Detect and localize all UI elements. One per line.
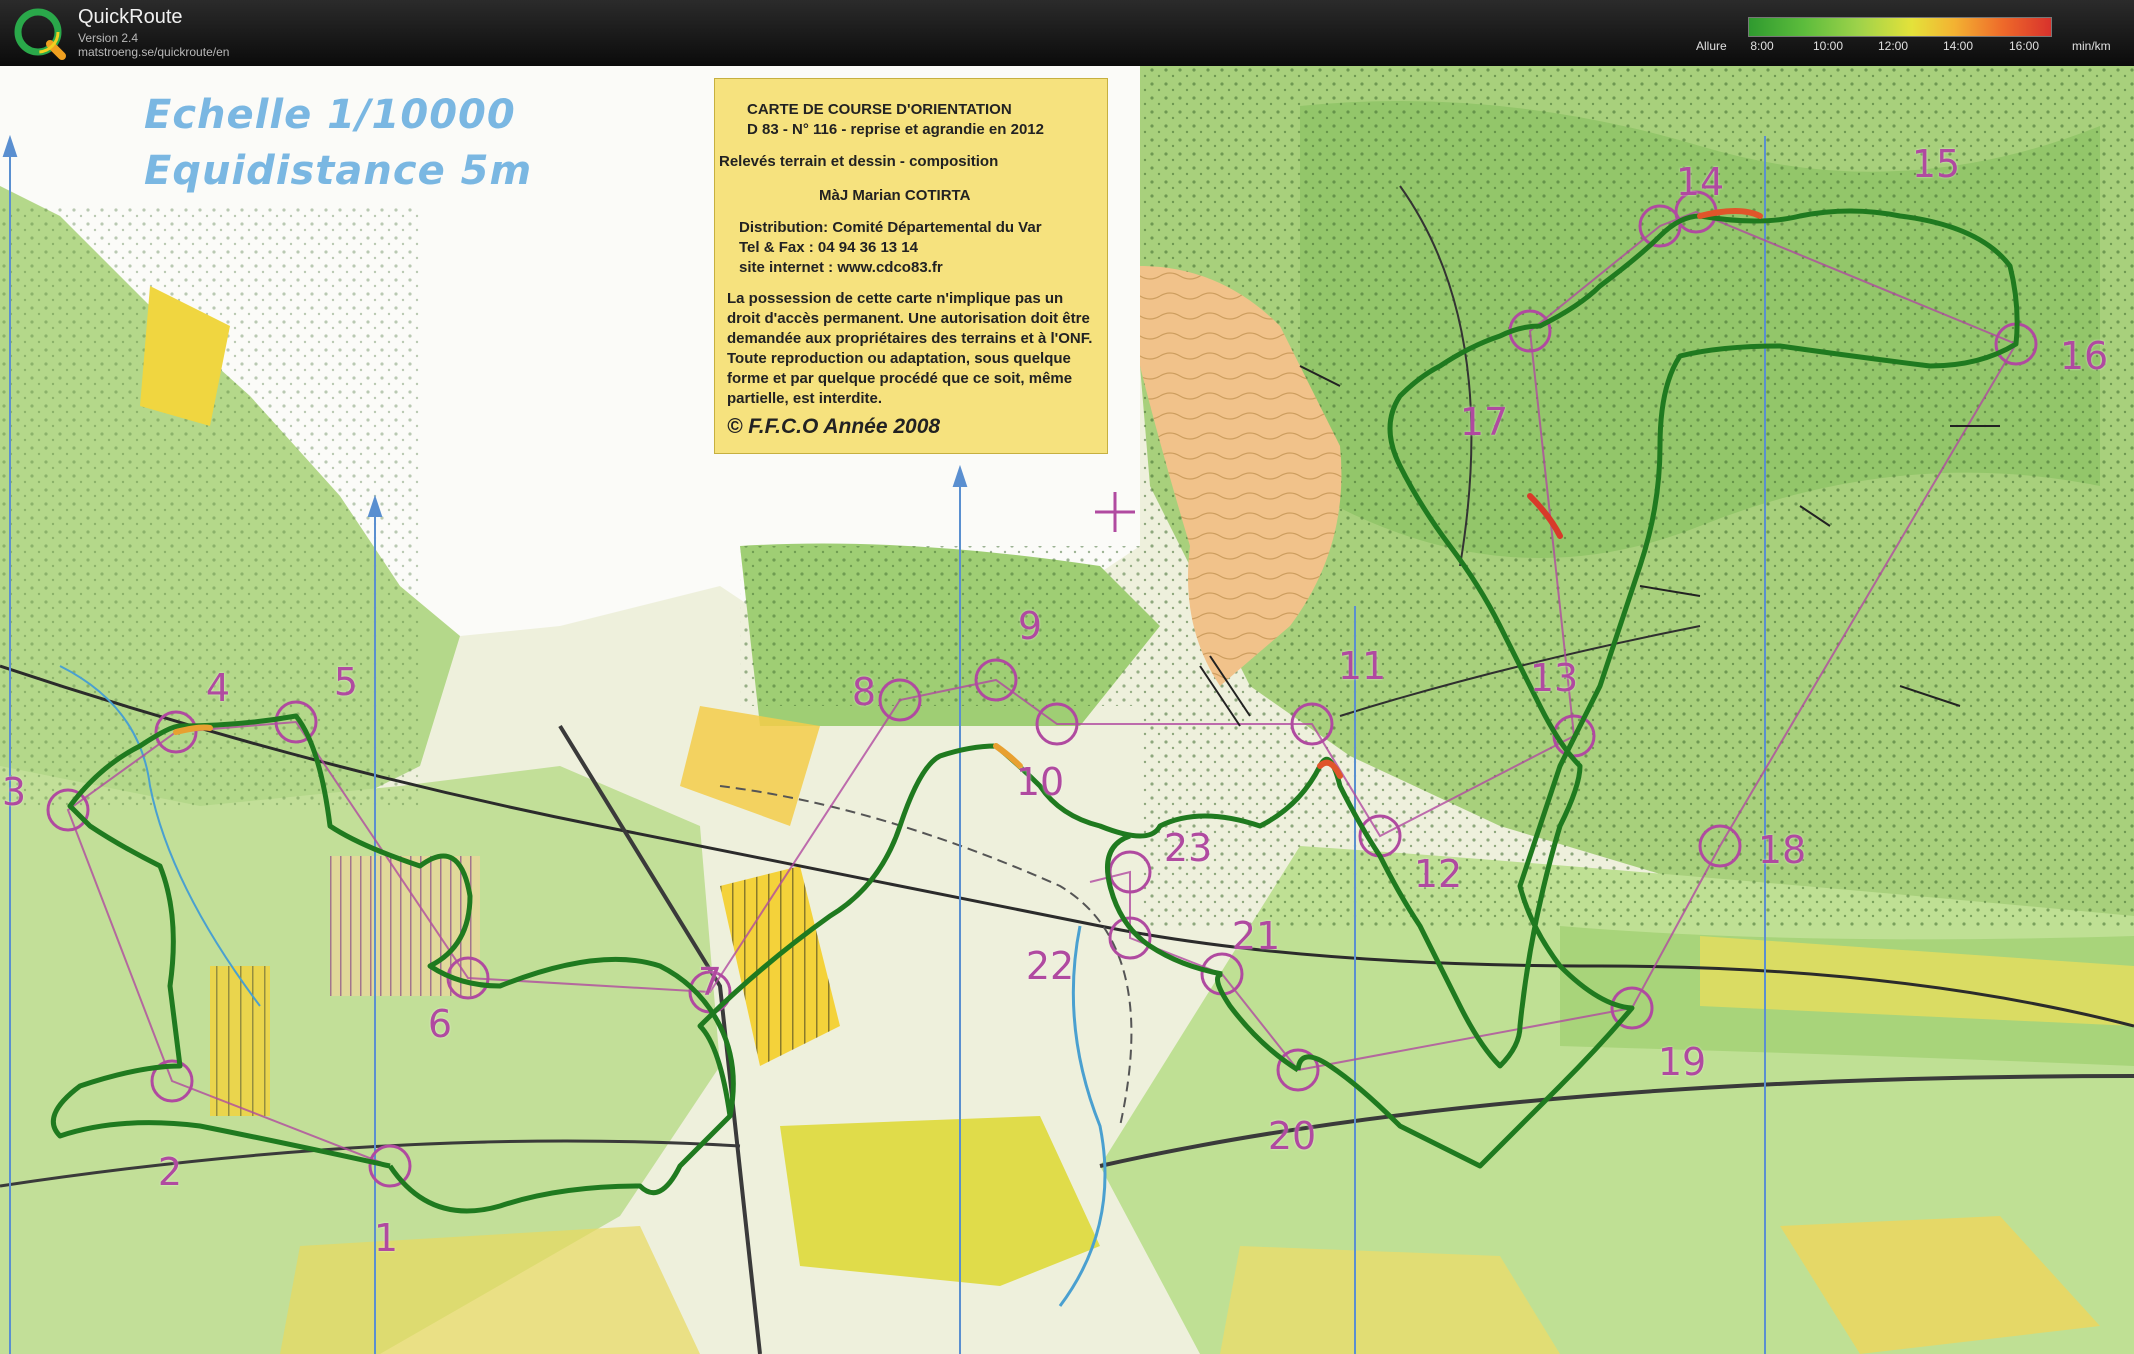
control-number: 21 xyxy=(1231,914,1281,958)
control-number: 14 xyxy=(1675,160,1725,204)
control-number: 3 xyxy=(1,770,27,814)
app-url: matstroeng.se/quickroute/en xyxy=(78,45,230,59)
app-title: QuickRoute xyxy=(78,6,183,28)
control-number: 22 xyxy=(1025,944,1075,988)
app-version: Version 2.4 xyxy=(78,31,139,45)
control-number: 12 xyxy=(1413,852,1463,896)
map-info-box: CARTE DE COURSE D'ORIENTATION D 83 - N° … xyxy=(714,78,1108,454)
app-header: QuickRoute Version 2.4 matstroeng.se/qui… xyxy=(0,0,2134,66)
pace-color-bar xyxy=(1748,17,2052,37)
pace-tick: 8:00 xyxy=(1750,39,1774,53)
pace-tick: 14:00 xyxy=(1942,39,1974,53)
control-number: 13 xyxy=(1529,656,1579,700)
control-number: 11 xyxy=(1337,644,1387,688)
control-number: 2 xyxy=(157,1150,183,1194)
control-number: 20 xyxy=(1267,1114,1317,1158)
info-line: site internet : www.cdco83.fr xyxy=(739,259,943,276)
info-copyright: © F.F.C.O Année 2008 xyxy=(727,415,941,438)
control-number: 5 xyxy=(333,660,359,704)
control-number: 17 xyxy=(1459,400,1509,444)
control-number: 23 xyxy=(1163,826,1213,870)
map-contour-interval: Equidistance 5m xyxy=(144,148,533,194)
control-number: 8 xyxy=(851,670,877,714)
pace-tick: 12:00 xyxy=(1877,39,1909,53)
pace-legend-ticks: 8:00 10:00 12:00 14:00 16:00 xyxy=(1748,39,2050,55)
control-number: 16 xyxy=(2059,334,2109,378)
control-number: 4 xyxy=(205,666,231,710)
quickroute-logo-icon xyxy=(14,8,66,60)
map-scale: Echelle 1/10000 xyxy=(144,92,516,138)
control-number: 9 xyxy=(1017,604,1043,648)
info-line: Relevés terrain et dessin - composition xyxy=(719,153,999,170)
info-line: Distribution: Comité Départemental du Va… xyxy=(739,219,1042,236)
info-line: MàJ Marian COTIRTA xyxy=(819,187,971,204)
control-number: 15 xyxy=(1911,142,1961,186)
control-number: 6 xyxy=(427,1002,453,1046)
info-line: CARTE DE COURSE D'ORIENTATION xyxy=(747,101,1012,118)
control-number: 7 xyxy=(697,960,723,1004)
info-line: Tel & Fax : 04 94 36 13 14 xyxy=(739,239,918,256)
control-number: 10 xyxy=(1015,760,1065,804)
pace-legend-unit: min/km xyxy=(2072,39,2111,53)
pace-tick: 10:00 xyxy=(1812,39,1844,53)
control-number: 18 xyxy=(1757,828,1807,872)
orienteering-map[interactable]: Echelle 1/10000 Equidistance 5m CARTE DE… xyxy=(0,66,2134,1354)
control-number: 19 xyxy=(1657,1040,1707,1084)
info-legal-note: La possession de cette carte n'implique … xyxy=(727,290,1093,407)
pace-legend-title: Allure xyxy=(1696,39,1727,53)
control-number: 1 xyxy=(373,1216,399,1260)
pace-tick: 16:00 xyxy=(2008,39,2040,53)
info-line: D 83 - N° 116 - reprise et agrandie en 2… xyxy=(747,121,1044,138)
